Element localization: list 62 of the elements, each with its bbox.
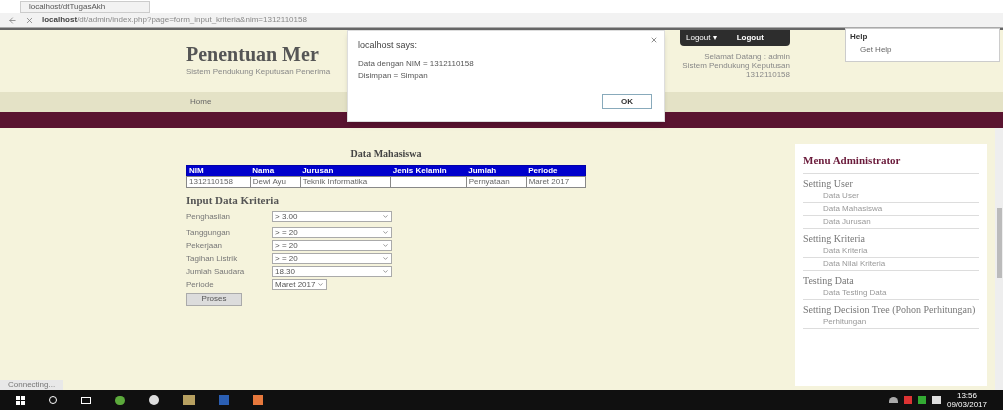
caret-icon bbox=[382, 213, 389, 220]
field-label: Penghasilan bbox=[186, 210, 232, 223]
column-header: Jurusan bbox=[300, 165, 391, 177]
table-title: Data Mahasiswa bbox=[349, 147, 423, 161]
close-icon[interactable] bbox=[650, 36, 658, 44]
select-field[interactable]: > = 20 bbox=[272, 227, 392, 238]
close-icon[interactable] bbox=[25, 15, 34, 25]
wifi-icon bbox=[888, 397, 898, 403]
column-header: Nama bbox=[250, 165, 301, 177]
user-info-text: Sistem Pendukung Keputusan bbox=[682, 61, 790, 70]
select-field[interactable]: 18.30 bbox=[272, 266, 392, 277]
table-cell: Pernyataan bbox=[466, 176, 527, 188]
field-label: Tagihan Listrik bbox=[186, 252, 239, 265]
select-field[interactable]: > = 20 bbox=[272, 240, 392, 251]
section-title: Testing Data bbox=[803, 274, 855, 287]
column-header: Jenis Kelamin bbox=[390, 165, 467, 177]
column-header: NIM bbox=[186, 165, 251, 177]
select-field[interactable]: > = 20 bbox=[272, 253, 392, 264]
submit-button[interactable]: Proses bbox=[186, 292, 242, 306]
status-text: Connecting... bbox=[0, 380, 64, 390]
menu-item[interactable]: Get Help bbox=[850, 45, 995, 55]
user-info-text: 1312110158 bbox=[746, 70, 790, 79]
column-header: Periode bbox=[526, 165, 586, 177]
column-header: Jumlah bbox=[466, 165, 527, 177]
table-cell: Dewi Ayu bbox=[250, 176, 301, 188]
browser-icon[interactable] bbox=[149, 395, 159, 405]
select-field[interactable]: > 3.00 bbox=[272, 211, 392, 222]
field-label: Tanggungan bbox=[186, 226, 232, 239]
field-label: Pekerjaan bbox=[186, 239, 224, 252]
dialog-title: localhost says: bbox=[358, 39, 419, 52]
site-title: Penentuan Mer bbox=[186, 42, 319, 66]
browser-tab[interactable]: localhost/dtTugasAkh bbox=[20, 1, 150, 13]
select-field[interactable]: Maret 2017 bbox=[272, 279, 328, 290]
user-info-text: Selamat Datang : admin bbox=[704, 52, 790, 61]
section-title: Setting Decision Tree (Pohon Perhitungan) bbox=[803, 303, 977, 316]
section-title: Setting User bbox=[803, 177, 854, 190]
menu-header: Help bbox=[850, 32, 869, 42]
address-bar[interactable]: localhost/dt/admin/index.php?page=form_input_kriteria&nim=1312110158 bbox=[42, 15, 307, 25]
dropdown-label[interactable]: Logout ▾ bbox=[686, 32, 717, 44]
logout-link[interactable]: Logout bbox=[736, 32, 764, 44]
site-subtitle: Sistem Pendukung Keputusan Penerima bbox=[186, 66, 331, 78]
field-label: Periode bbox=[186, 278, 215, 291]
clock-date: 09/03/2017 bbox=[946, 400, 987, 409]
windows-icon[interactable] bbox=[16, 395, 25, 405]
section-title: Setting Kriteria bbox=[803, 232, 866, 245]
table-cell: 1312110158 bbox=[186, 176, 251, 188]
dialog-message: Data dengan NIM = 1312110158 bbox=[358, 57, 475, 70]
table-cell: Teknik Informatika bbox=[300, 176, 391, 188]
back-icon[interactable] bbox=[8, 15, 17, 25]
sidebar-title: Menu Administrator bbox=[803, 152, 979, 174]
scrollbar[interactable] bbox=[995, 128, 1003, 390]
notification-icon bbox=[931, 396, 941, 404]
table-cell: Maret 2017 bbox=[526, 176, 586, 188]
form-title: Input Data Kriteria bbox=[186, 193, 280, 208]
clock-time: 13:56 bbox=[956, 391, 977, 400]
ok-button[interactable]: OK bbox=[602, 94, 652, 109]
task-view-icon[interactable] bbox=[81, 396, 91, 404]
nav-item[interactable]: Home bbox=[186, 96, 216, 108]
dialog-message: Disimpan = Simpan bbox=[358, 69, 429, 82]
app-icon[interactable] bbox=[115, 395, 125, 405]
field-label: Jumlah Saudara bbox=[186, 265, 246, 278]
caret-icon bbox=[317, 281, 325, 288]
